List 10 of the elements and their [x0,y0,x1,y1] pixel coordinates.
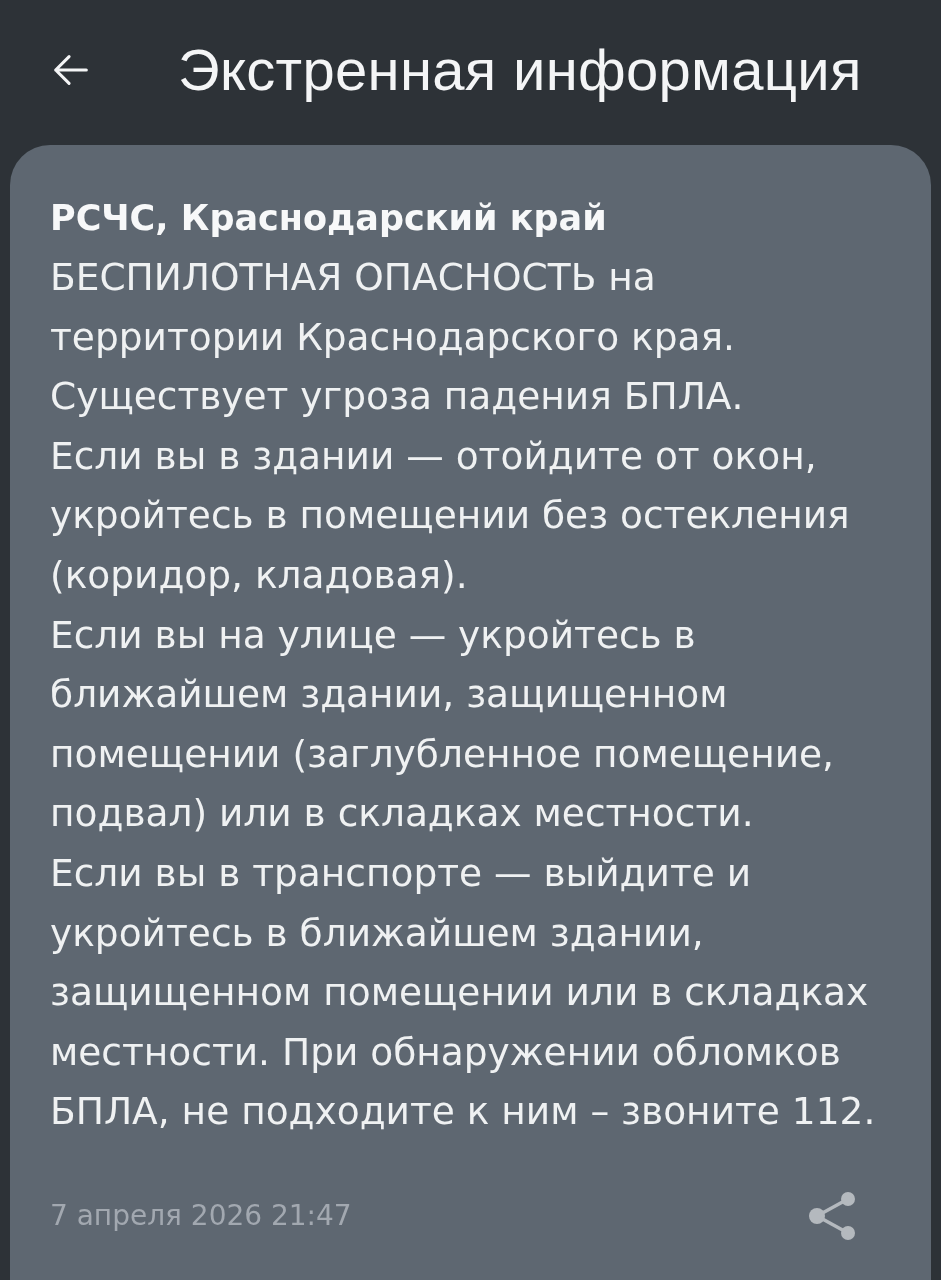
share-icon [809,1190,855,1241]
alert-text: БЕСПИЛОТНАЯ ОПАСНОСТЬ на территории Краснодарского края. [50,254,737,361]
alert-text: Существует угроза падения БПЛА. [50,373,745,421]
alert-text: Если вы в здании — отойдите от окон, укройтесь в помещении без остекления (коридор, кладовая). [50,432,851,599]
alert-text: Если вы в транспорте — выйдите и укройтесь в ближайшем здании, защищенном помещении или в складках местности. При обнаружении обломков БПЛА, не подходите к ним – звоните 112. [50,849,877,1136]
alert-text: Если вы на улице — укройтесь в ближайшем здании, защищенном помещении (заглубленное помещение, подвал) или в складках местности. [50,611,836,838]
alert-sender: РСЧС, Краснодарский край [50,197,608,240]
share-button[interactable] [809,1190,855,1241]
alert-timestamp: 7 апреля 2026 21:47 [50,1199,352,1233]
screen-title: Экстренная информация [178,36,862,103]
